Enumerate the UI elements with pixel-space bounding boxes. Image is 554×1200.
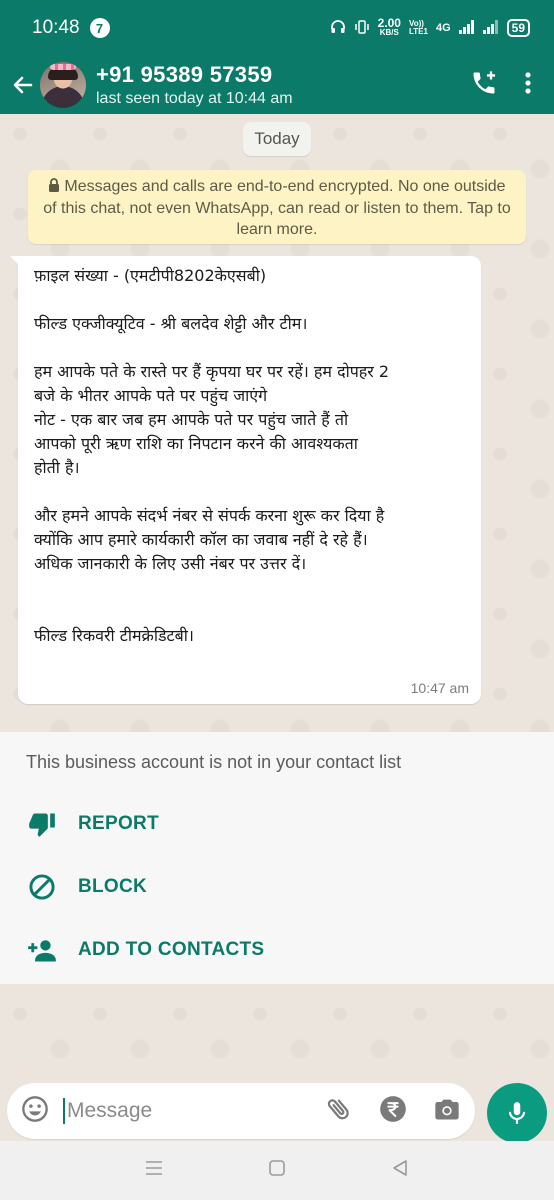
message-timestamp: 10:47 am (410, 680, 469, 696)
vibrate-icon (354, 19, 370, 38)
report-button[interactable]: REPORT (26, 808, 159, 840)
encryption-notice[interactable]: Messages and calls are end-to-end encryp… (28, 170, 526, 244)
message-line: फील्ड एक्जीक्यूटिव - श्री बलदेव शेट्टी औ… (34, 314, 308, 333)
block-icon (26, 871, 58, 903)
back-button[interactable] (6, 65, 40, 105)
add-to-contacts-button[interactable]: ADD TO CONTACTS (26, 934, 264, 966)
emoji-button[interactable] (21, 1095, 49, 1128)
back-arrow-icon (13, 76, 33, 94)
contact-avatar[interactable] (40, 62, 86, 108)
notification-badge: 7 (89, 18, 110, 38)
system-navigation-bar (0, 1141, 554, 1200)
volte-indicator: Vo)) LTE1 (408, 19, 428, 36)
message-line: होती है। (34, 458, 80, 477)
message-placeholder: Message (67, 1099, 153, 1122)
last-seen: last seen today at 10:44 am (96, 90, 293, 107)
message-line: बजे के भीतर आपके पते पर पहुंच जाएंगे (34, 386, 268, 405)
encryption-notice-text: Messages and calls are end-to-end encryp… (43, 178, 511, 238)
message-line: क्योंकि आप हमारे कार्यकारी कॉल का जवाब न… (34, 530, 368, 549)
signal-icon (458, 19, 475, 37)
phone-plus-icon (473, 70, 496, 93)
chat-header: +91 95389 57359 last seen today at 10:44… (0, 56, 554, 114)
add-call-button[interactable] (470, 69, 498, 102)
triangle-back-icon (393, 1160, 407, 1176)
rupee-icon (380, 1095, 406, 1122)
microphone-icon (508, 1102, 526, 1124)
message-input[interactable]: Message (63, 1098, 152, 1124)
camera-icon (435, 1099, 459, 1119)
compose-bar: Message (0, 1077, 554, 1143)
square-icon (269, 1160, 285, 1176)
menu-icon (146, 1161, 162, 1175)
recent-apps-button[interactable] (145, 1160, 163, 1181)
status-time: 10:48 (32, 17, 80, 38)
contact-name: +91 95389 57359 (96, 62, 273, 87)
contact-info[interactable]: +91 95389 57359 last seen today at 10:44… (96, 62, 293, 108)
emoji-icon (22, 1095, 48, 1122)
network-type: 4G (435, 22, 451, 34)
add-to-contacts-label: ADD TO CONTACTS (78, 939, 265, 960)
attach-button[interactable] (325, 1095, 353, 1128)
paperclip-icon (327, 1098, 349, 1119)
header-actions (470, 69, 532, 102)
block-label: BLOCK (78, 876, 148, 897)
status-icons: 2.00 KB/S Vo)) LTE1 4G 59 (330, 16, 530, 38)
message-line: और हमने आपके संदर्भ नंबर से संपर्क करना … (34, 506, 385, 525)
home-button[interactable] (268, 1159, 286, 1182)
message-line: आपको पूरी ऋण राशि का निपटान करने की आवश्… (34, 434, 358, 453)
message-line: फील्ड रिकवरी टीमक्रेडिटबी। (34, 626, 194, 645)
text-caret (63, 1098, 65, 1124)
network-speed: 2.00 KB/S (377, 16, 401, 37)
payment-button[interactable] (379, 1095, 407, 1128)
headset-icon (330, 19, 346, 38)
message-line: फ़ाइल संख्या - (एमटीपी8202केएसबी) (34, 266, 267, 285)
message-line: नोट - एक बार जब हम आपके पते पर पहुंच जात… (34, 410, 349, 429)
status-bar: 10:48 7 2.00 KB/S Vo)) LTE1 4G 59 (0, 0, 554, 56)
back-nav-button[interactable] (391, 1159, 409, 1182)
incoming-message[interactable]: फ़ाइल संख्या - (एमटीपी8202केएसबी) फील्ड … (10, 256, 481, 704)
thumbs-down-icon (26, 808, 58, 840)
input-actions (325, 1095, 461, 1128)
report-label: REPORT (78, 813, 159, 834)
business-notice: This business account is not in your con… (26, 752, 402, 772)
more-vertical-icon (525, 71, 531, 94)
date-chip: Today (243, 122, 311, 156)
lock-icon (48, 177, 60, 198)
signal-2-icon (482, 19, 499, 37)
message-line: हम आपके पते के रास्ते पर हैं कृपया घर पर… (34, 362, 390, 381)
message-input-container: Message (7, 1083, 475, 1139)
more-options-button[interactable] (524, 71, 532, 100)
business-account-panel: This business account is not in your con… (0, 732, 554, 984)
battery-indicator: 59 (506, 19, 530, 37)
message-text: फ़ाइल संख्या - (एमटीपी8202केएसबी) फील्ड … (34, 264, 467, 648)
add-person-icon (26, 934, 58, 966)
block-button[interactable]: BLOCK (26, 871, 147, 903)
voice-message-button[interactable] (487, 1083, 547, 1143)
camera-button[interactable] (433, 1095, 461, 1128)
message-line: अधिक जानकारी के लिए उसी नंबर पर उत्तर दे… (34, 554, 307, 573)
